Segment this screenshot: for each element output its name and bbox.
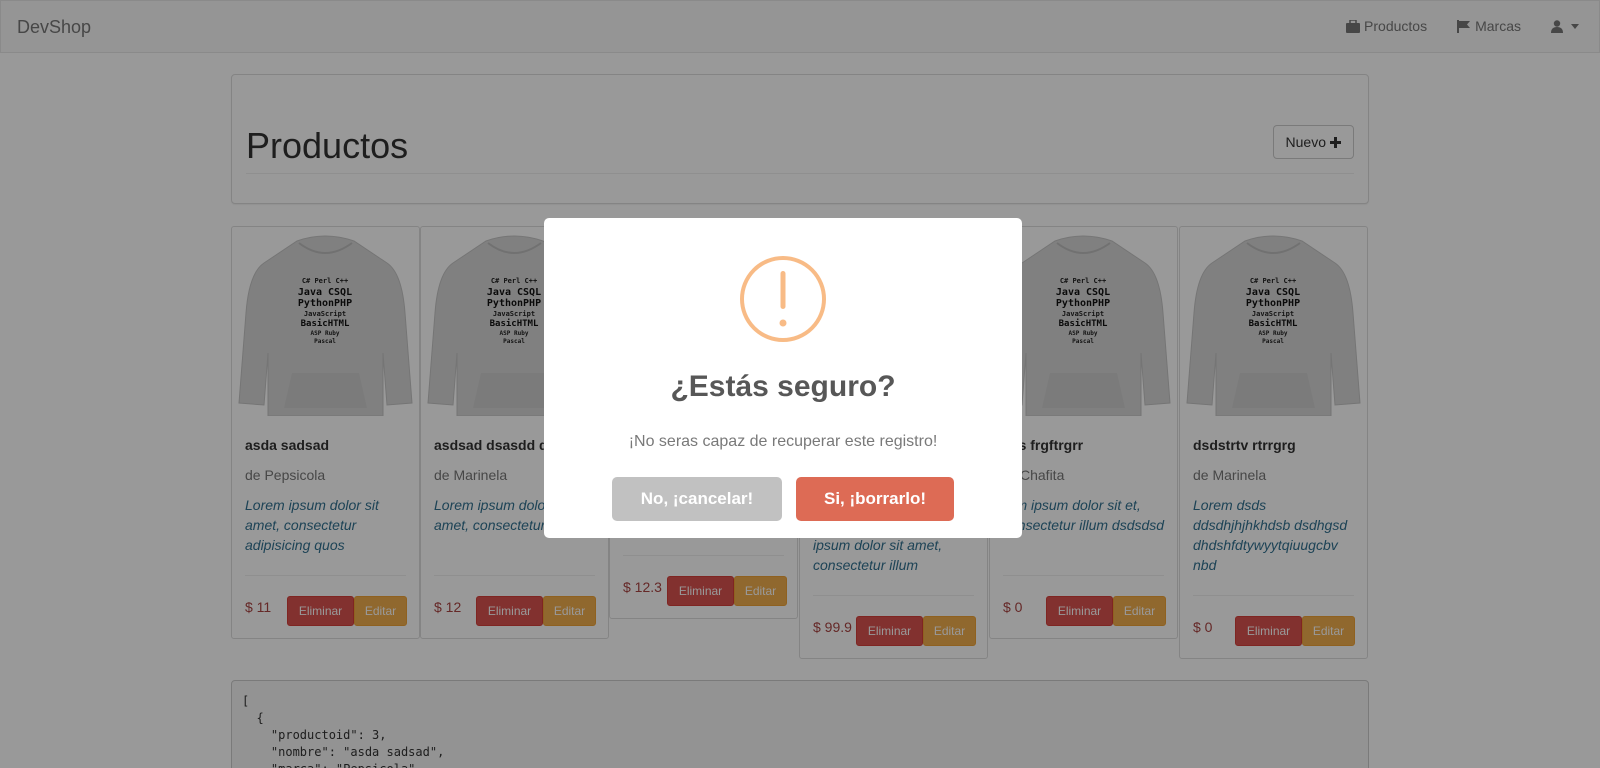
cancel-button[interactable]: No, ¡cancelar! — [612, 477, 782, 521]
dialog-message: ¡No seras capaz de recuperar este regist… — [628, 433, 938, 450]
warning-icon — [740, 256, 826, 342]
confirm-dialog: ¿Estás seguro? ¡No seras capaz de recupe… — [544, 218, 1022, 538]
confirm-delete-button[interactable]: Si, ¡borrarlo! — [796, 477, 954, 521]
dialog-title: ¿Estás seguro? — [670, 370, 896, 403]
